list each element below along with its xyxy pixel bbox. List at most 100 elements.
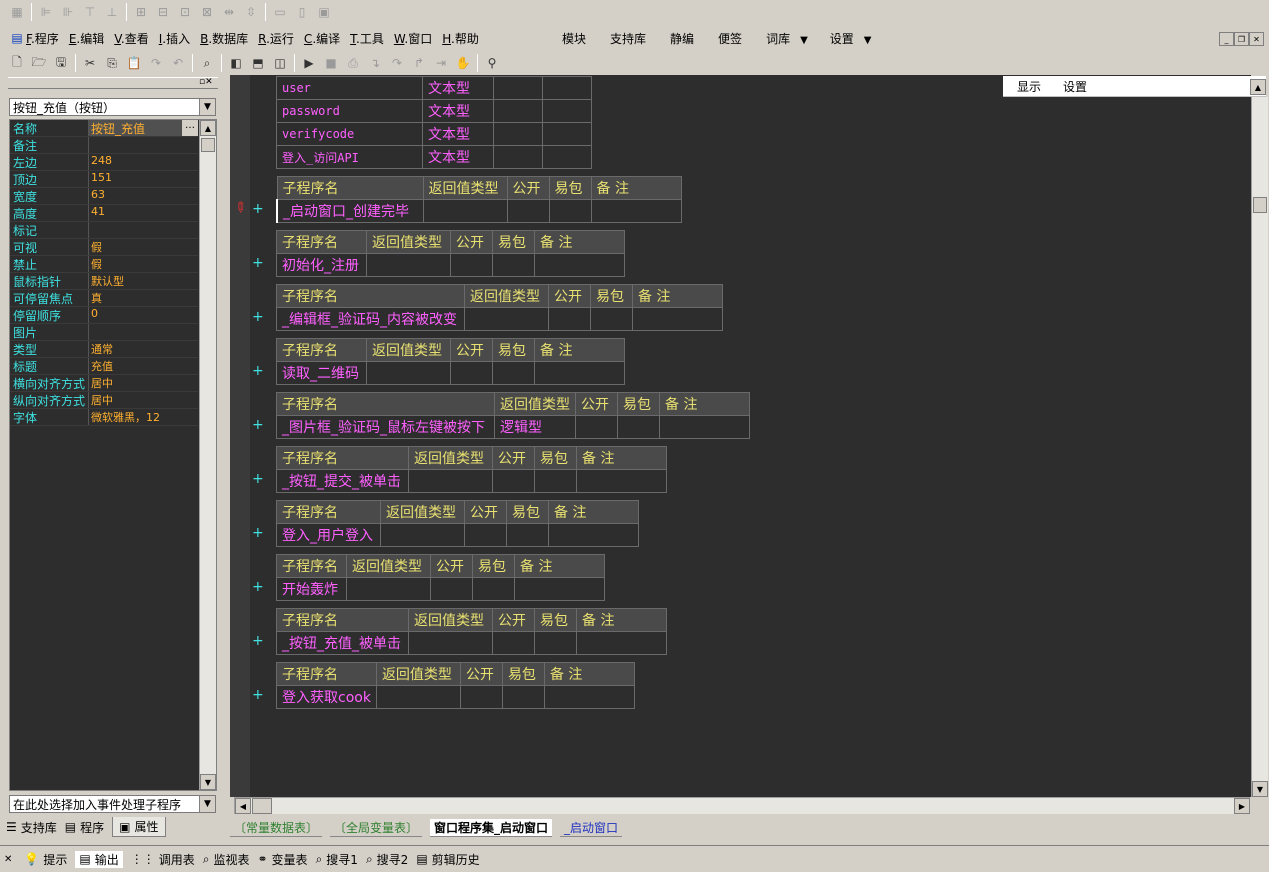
variable-row[interactable]: user 文本型 (276, 76, 592, 100)
property-row[interactable]: 类型 通常 (10, 341, 198, 358)
property-value[interactable] (89, 137, 198, 153)
layout-left-icon[interactable]: ◧ (225, 53, 247, 73)
menu-file[interactable]: F.程序 (26, 30, 59, 47)
subroutine-row[interactable]: _图片框_验证码_鼠标左键被按下 逻辑型 (276, 415, 750, 439)
subroutine-cell[interactable] (617, 415, 660, 439)
subroutine-cell[interactable] (450, 253, 493, 277)
property-value[interactable]: 微软雅黑，12 (89, 409, 198, 425)
subroutine-cell[interactable] (534, 631, 577, 655)
space-v-icon[interactable]: ⇳ (240, 2, 262, 22)
variable-name[interactable]: password (276, 99, 423, 123)
expand-plus-icon[interactable]: + (252, 525, 264, 541)
subroutine-cell[interactable] (472, 577, 515, 601)
tab-window-assembly[interactable]: 窗口程序集_启动窗口 (430, 819, 553, 837)
variable-row[interactable]: 登入_访问API 文本型 (276, 145, 592, 169)
restore-icon[interactable]: ❐ (1234, 32, 1249, 46)
subroutine-cell[interactable] (492, 469, 535, 493)
subroutine-return-type[interactable] (375, 685, 461, 709)
float-settings-button[interactable]: 设置 (1063, 78, 1087, 95)
subroutine-row[interactable]: _启动窗口_创建完毕 (276, 199, 682, 223)
property-value[interactable]: 63 (89, 188, 198, 204)
subroutine-cell[interactable] (514, 577, 605, 601)
property-value[interactable]: 假 (89, 239, 198, 255)
property-value[interactable]: 居中 (89, 392, 198, 408)
property-grid[interactable]: 名称 按钮_充值… 备注 左边 248 顶边 151 宽度 63 高度 41 标记 可视假禁止假鼠标指针… (9, 119, 217, 791)
subroutine-return-type[interactable] (380, 523, 465, 547)
property-value[interactable]: 充值 (89, 358, 198, 374)
stop-icon[interactable]: ■ (320, 53, 342, 73)
subroutine-cell[interactable] (534, 469, 577, 493)
property-value[interactable]: 41 (89, 205, 198, 221)
btab-watch[interactable]: ⌕ 监视表 (203, 851, 250, 868)
find-icon[interactable]: ⌕ (196, 53, 218, 73)
property-row[interactable]: 图片 (10, 324, 198, 341)
btab-call-table[interactable]: ⋮⋮ 调用表 (131, 851, 195, 868)
property-row[interactable]: 可视假 (10, 239, 198, 256)
same-height-icon[interactable]: ⊠ (196, 2, 218, 22)
menu-support-lib[interactable]: 支持库 (610, 30, 646, 47)
subroutine-return-type[interactable] (366, 253, 451, 277)
subroutine-return-type[interactable]: 逻辑型 (494, 415, 576, 439)
tab-properties[interactable]: ▣ 属性 (112, 817, 166, 837)
property-row[interactable]: 字体 微软雅黑，12 (10, 409, 198, 426)
subroutine-cell[interactable] (590, 307, 633, 331)
subroutine-cell[interactable] (506, 523, 549, 547)
subroutine-row[interactable]: _编辑框_验证码_内容被改变 (276, 307, 723, 331)
menu-help[interactable]: H.帮助 (442, 30, 479, 47)
subroutine-return-type[interactable] (408, 469, 493, 493)
subroutine-row[interactable]: 登入_用户登入 (276, 523, 639, 547)
expand-plus-icon[interactable]: + (252, 309, 264, 325)
tab-program[interactable]: ▤ 程序 (65, 819, 104, 836)
step-icon[interactable]: ⎙ (342, 53, 364, 73)
subroutine-cell[interactable] (659, 415, 750, 439)
run-to-cursor-icon[interactable]: ⇥ (430, 53, 452, 73)
subroutine-return-type[interactable] (408, 631, 493, 655)
subroutine-cell[interactable] (492, 631, 535, 655)
variable-cell[interactable] (493, 122, 543, 146)
tab-constants[interactable]: 〔常量数据表〕 (230, 819, 323, 837)
new-file-icon[interactable]: 🗋 (6, 53, 28, 73)
menu-static-compile[interactable]: 静编 (670, 30, 694, 47)
subroutine-name[interactable]: 读取_二维码 (276, 361, 367, 385)
subroutine-row[interactable]: _按钮_充值_被单击 (276, 631, 667, 655)
variable-cell[interactable] (542, 122, 592, 146)
property-scrollbar[interactable]: ▲ ▼ (199, 120, 216, 790)
run-icon[interactable]: ▶ (298, 53, 320, 73)
property-row[interactable]: 禁止假 (10, 256, 198, 273)
scroll-thumb[interactable] (201, 138, 215, 152)
property-row[interactable]: 标记 (10, 222, 198, 239)
menu-view[interactable]: V.查看 (114, 30, 149, 47)
space-h-icon[interactable]: ⇹ (218, 2, 240, 22)
expand-plus-icon[interactable]: + (252, 255, 264, 271)
scroll-thumb[interactable] (1253, 197, 1267, 213)
scroll-thumb[interactable] (252, 798, 272, 814)
height-icon[interactable]: ▯ (291, 2, 313, 22)
property-row[interactable]: 标题 充值 (10, 358, 198, 375)
variable-cell[interactable] (542, 145, 592, 169)
subroutine-return-type[interactable] (346, 577, 431, 601)
property-row[interactable]: 高度 41 (10, 205, 198, 222)
property-value[interactable]: 248 (89, 154, 198, 170)
subroutine-name[interactable]: _图片框_验证码_鼠标左键被按下 (276, 415, 495, 439)
subroutine-cell[interactable] (534, 361, 625, 385)
variable-cell[interactable] (542, 76, 592, 100)
tab-globals[interactable]: 〔全局变量表〕 (330, 819, 423, 837)
variable-cell[interactable] (493, 145, 543, 169)
subroutine-row[interactable]: _按钮_提交_被单击 (276, 469, 667, 493)
property-row[interactable]: 鼠标指针 默认型 (10, 273, 198, 290)
subroutine-cell[interactable] (576, 631, 667, 655)
btab-output[interactable]: ▤ 输出 (75, 850, 123, 868)
chevron-down-icon[interactable]: ▼ (199, 796, 215, 812)
subroutine-cell[interactable] (506, 199, 550, 223)
same-width-icon[interactable]: ⊡ (174, 2, 196, 22)
property-row[interactable]: 顶边 151 (10, 171, 198, 188)
variable-name[interactable]: 登入_访问API (276, 145, 423, 169)
scroll-down-icon[interactable]: ▼ (200, 774, 216, 790)
subroutine-cell[interactable] (548, 199, 592, 223)
menu-run[interactable]: R.运行 (258, 30, 294, 47)
property-value[interactable]: 真 (89, 290, 198, 306)
hand-icon[interactable]: ✋ (452, 53, 474, 73)
subroutine-name[interactable]: 登入获取cook (276, 685, 377, 709)
variable-name[interactable]: user (276, 76, 423, 100)
subroutine-cell[interactable] (464, 523, 507, 547)
